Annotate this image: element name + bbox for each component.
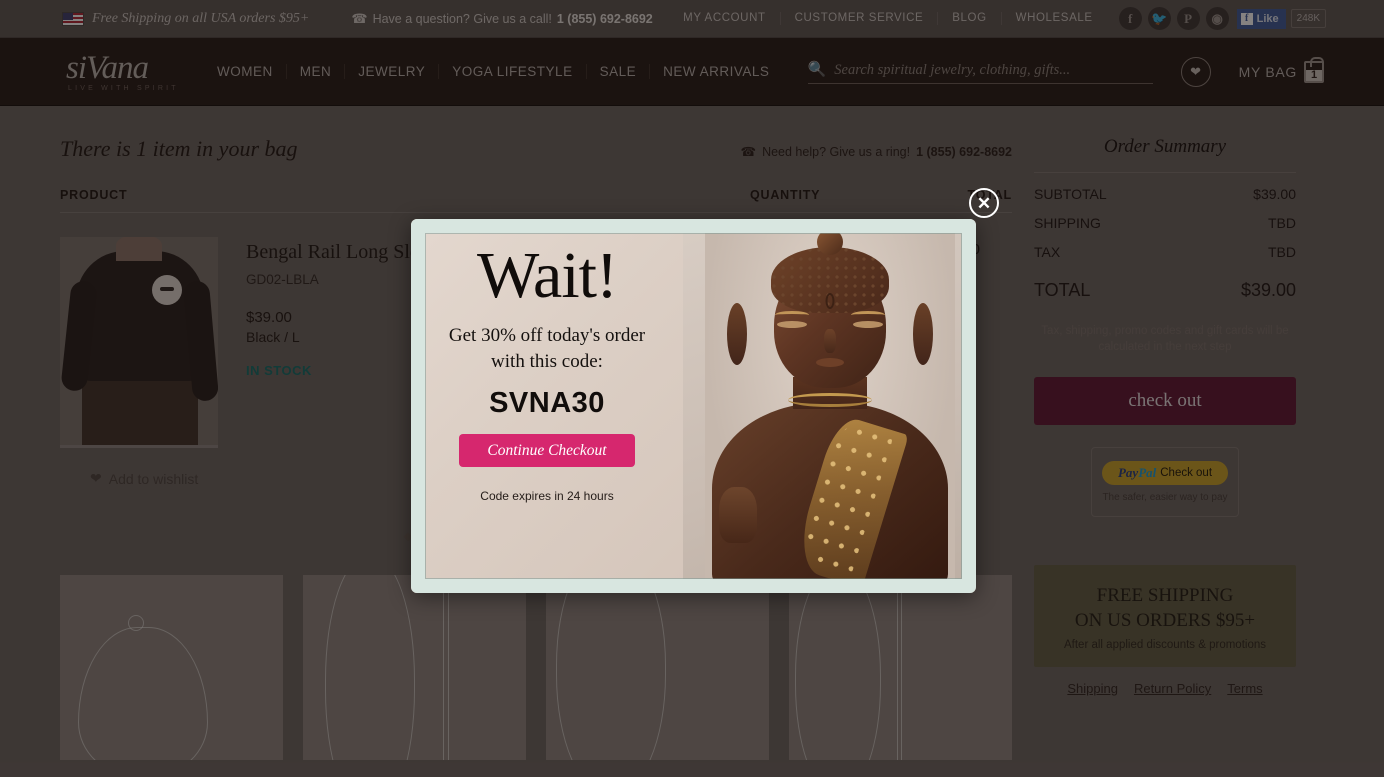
promo-offer-line2: with this code: bbox=[491, 351, 603, 372]
continue-checkout-button[interactable]: Continue Checkout bbox=[459, 434, 635, 467]
promo-headline: Wait! bbox=[477, 239, 618, 312]
promo-expiry-note: Code expires in 24 hours bbox=[480, 489, 614, 503]
promo-modal: Wait! Get 30% off today's order with thi… bbox=[411, 219, 976, 593]
buddha-statue-image bbox=[704, 225, 955, 589]
promo-offer-text: Get 30% off today's order with this code… bbox=[449, 323, 645, 375]
promo-modal-image bbox=[683, 219, 976, 593]
close-icon[interactable]: ✕ bbox=[969, 188, 999, 218]
promo-code: SVNA30 bbox=[489, 387, 605, 419]
promo-offer-line1: Get 30% off today's order bbox=[448, 325, 646, 346]
promo-modal-content: Wait! Get 30% off today's order with thi… bbox=[411, 219, 683, 593]
